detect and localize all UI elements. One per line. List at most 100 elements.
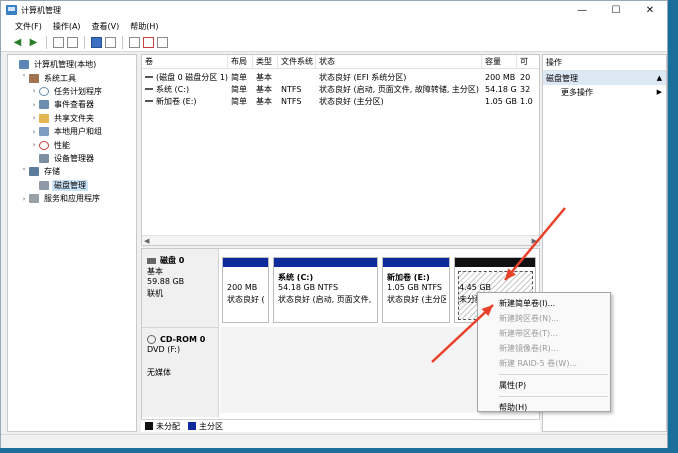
cell-text: 简单 [231,84,247,94]
volume-list: 卷 布局 类型 文件系统 状态 容量 可 (磁盘 0 磁盘分区 1) 简单 基本 状态… [141,54,540,246]
column-header-free[interactable]: 可 [517,55,539,68]
tree-item[interactable]: › 性能 [8,138,136,151]
svc-icon [29,194,39,204]
partition-size: 54.18 GB NTFS [278,283,339,292]
partition-efi[interactable]: 200 MB 状态良好 (E [222,257,269,323]
help-icon[interactable] [91,36,102,48]
partition-status: 状态良好 (启动, 页面文件, 故 [278,295,374,304]
tree-item[interactable]: › 共享文件夹 [8,112,136,125]
tree-item[interactable]: ˅ 系统工具 [8,71,136,84]
table-cell: 状态良好 (启动, 页面文件, 故障转储, 主分区) [316,83,482,95]
partition-stripe [383,258,449,267]
table-row[interactable]: 系统 (C:) 简单 基本 NTFS 状态良好 (启动, 页面文件, 故障转储, 主分区… [142,83,539,95]
actions-title: 操作 [543,55,666,71]
close-button[interactable]: ✕ [633,1,667,19]
tree-item[interactable]: 磁盘管理 [8,179,136,192]
expand-icon[interactable]: › [30,114,38,122]
forward-icon[interactable]: ▶ [27,36,40,49]
cell-text: 基本 [256,96,272,106]
expand-icon[interactable]: › [30,141,38,149]
tree-item[interactable]: ˅ 存储 [8,165,136,178]
column-header-type[interactable]: 类型 [253,55,278,68]
tool-icon [29,73,39,83]
partition-stripe [455,258,535,267]
table-cell: 1.0 [517,95,539,107]
table-cell: 状态良好 (主分区) [316,95,482,107]
show-hide-tree-icon[interactable] [67,36,78,48]
cdrom-0-label[interactable]: CD-ROM 0 DVD (F:) 无媒体 [142,327,219,417]
volume-icon [145,88,153,90]
cell-text: 200 MB [485,72,516,82]
table-cell: 54.18 GB [482,83,517,95]
menu-view[interactable]: 查看(V) [92,21,120,32]
clock-icon [39,86,49,96]
expand-icon[interactable]: › [30,101,38,109]
minimize-button[interactable]: — [565,1,599,19]
cell-text: 32 [520,84,531,94]
check-icon[interactable] [143,36,154,48]
users-icon [39,127,49,137]
table-cell: 32 [517,83,539,95]
scroll-right-icon[interactable]: ▶ [532,236,537,245]
expand-icon[interactable]: › [30,87,38,95]
cell-text: NTFS [281,84,302,94]
menu-separator [499,396,608,397]
disk-type: 基本 [147,267,163,276]
cdrom-media: 无媒体 [147,368,171,377]
action-more-actions[interactable]: 更多操作 ▶ [543,85,666,99]
expand-icon[interactable]: ˅ [20,168,28,176]
properties-icon[interactable] [105,36,116,48]
column-header-capacity[interactable]: 容量 [482,55,517,68]
collapse-icon[interactable]: ▲ [657,74,662,82]
cell-text: 基本 [256,84,272,94]
horizontal-scrollbar[interactable]: ◀ ▶ [142,235,539,245]
expand-icon[interactable]: › [20,195,28,203]
console-tree: 计算机管理(本地) ˅ 系统工具 › 任务计划程序 › 事件查看器 › 共享文件夹 › 本地用户和组… [7,54,137,432]
tree-item[interactable]: › 任务计划程序 [8,85,136,98]
tree-item[interactable]: › 事件查看器 [8,98,136,111]
menu-action[interactable]: 操作(A) [53,21,81,32]
menu-file[interactable]: 文件(F) [15,21,42,32]
tree-item[interactable]: 设备管理器 [8,152,136,165]
tree-item-label: 本地用户和组 [54,127,102,137]
table-row[interactable]: 新加卷 (E:) 简单 基本 NTFS 状态良好 (主分区) 1.05 GB 1.0 [142,95,539,107]
disk-0-label[interactable]: 磁盘 0 基本 59.88 GB 联机 [142,249,219,327]
tree-item[interactable]: › 本地用户和组 [8,125,136,138]
up-folder-icon[interactable] [53,36,64,48]
dev-icon [39,153,49,163]
context-menu-item[interactable]: 新建简单卷(I)... [478,296,610,311]
column-header-status[interactable]: 状态 [316,55,482,68]
maximize-button[interactable]: ☐ [599,1,633,19]
expand-icon[interactable]: › [30,128,38,136]
list-icon[interactable] [157,36,168,48]
context-menu-item[interactable]: 帮助(H) [478,400,610,415]
table-cell: 200 MB [482,71,517,83]
legend-label-primary: 主分区 [199,421,223,431]
column-header-layout[interactable]: 布局 [228,55,253,68]
back-icon[interactable]: ◀ [11,36,24,49]
toolbar: ◀ ▶ [1,33,667,52]
scroll-left-icon[interactable]: ◀ [144,236,149,245]
actions-section-disk-management[interactable]: 磁盘管理 ▲ [543,71,666,85]
tree-item[interactable]: › 服务和应用程序 [8,192,136,205]
table-cell: 系统 (C:) [142,83,228,95]
partition-stripe [223,258,268,267]
legend-swatch-unallocated [145,422,153,430]
partition-title: 新加卷 (E:) [387,273,430,282]
partition-system-c[interactable]: 系统 (C:) 54.18 GB NTFS 状态良好 (启动, 页面文件, 故 [273,257,378,323]
cell-text: 1.0 [520,96,533,106]
column-header-volume[interactable]: 卷 [142,55,228,68]
cell-text: 状态良好 (EFI 系统分区) [319,72,407,82]
connect-icon[interactable] [129,36,140,48]
expand-icon[interactable]: ˅ [20,74,28,82]
menu-help[interactable]: 帮助(H) [130,21,158,32]
disk-name: CD-ROM 0 [160,335,206,344]
column-header-filesystem[interactable]: 文件系统 [278,55,316,68]
tree-item[interactable]: 计算机管理(本地) [8,58,136,71]
cdrom-icon [147,335,156,344]
comp-icon [19,60,29,70]
partition-new-volume-e[interactable]: 新加卷 (E:) 1.05 GB NTFS 状态良好 (主分区 [382,257,450,323]
table-cell [278,71,316,83]
context-menu-item[interactable]: 属性(P) [478,378,610,393]
table-row[interactable]: (磁盘 0 磁盘分区 1) 简单 基本 状态良好 (EFI 系统分区) 200 MB 20 [142,71,539,83]
